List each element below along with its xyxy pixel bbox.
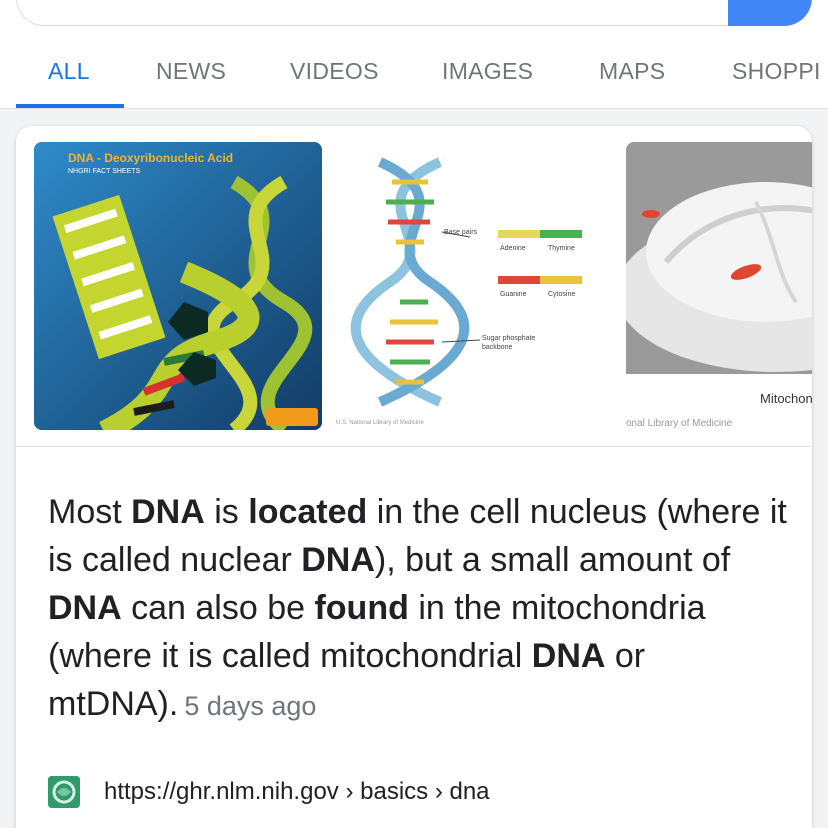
fact-sheet-title: DNA - Deoxyribonucleic Acid	[68, 151, 233, 165]
result-source[interactable]: https://ghr.nlm.nih.gov › basics › dna	[48, 774, 788, 810]
image-carousel[interactable]: DNA - Deoxyribonucleic Acid NHGRI FACT S…	[16, 126, 812, 447]
snippet-highlight: found	[314, 589, 409, 627]
mitochondria-label: Mitochonc	[760, 391, 812, 406]
backbone-label-2: backbone	[482, 344, 512, 351]
snippet-part: Most	[48, 493, 132, 531]
snippet-highlight: located	[248, 493, 368, 531]
thymine-label: Thymine	[548, 245, 575, 252]
header: ALL NEWS VIDEOS IMAGES MAPS SHOPPI	[0, 0, 828, 109]
cytosine-label: Cytosine	[548, 291, 575, 298]
tab-shopping[interactable]: SHOPPI	[732, 58, 821, 85]
active-tab-indicator	[16, 104, 124, 108]
snippet-date: 5 days ago	[184, 691, 317, 721]
snippet-highlight: DNA	[131, 493, 205, 531]
snippet-highlight: DNA	[531, 637, 606, 675]
adenine-label: Adenine	[500, 245, 526, 252]
tab-maps[interactable]: MAPS	[599, 58, 665, 85]
image-mitochondria[interactable]: Mitochonc onal Library of Medicine	[626, 142, 812, 430]
backbone-label-1: Sugar phosphate	[482, 335, 535, 342]
base-pairs-label: Base pairs	[444, 229, 478, 236]
snippet-text: Most DNA is located in the cell nucleus …	[48, 488, 788, 730]
snippet-part: ), but a small amount of	[374, 541, 731, 579]
featured-snippet-card: DNA - Deoxyribonucleic Acid NHGRI FACT S…	[16, 126, 812, 828]
fact-sheet-subtitle: NHGRI FACT SHEETS	[68, 168, 141, 175]
snippet-part: is	[204, 493, 249, 531]
search-tabs: ALL NEWS VIDEOS IMAGES MAPS SHOPPI	[0, 40, 828, 108]
search-results-page: ALL NEWS VIDEOS IMAGES MAPS SHOPPI DNA -…	[0, 0, 828, 828]
search-button[interactable]	[728, 0, 812, 26]
tab-news[interactable]: NEWS	[156, 58, 226, 85]
guanine-label: Guanine	[500, 291, 527, 298]
image-dna-fact-sheet[interactable]: DNA - Deoxyribonucleic Acid NHGRI FACT S…	[34, 142, 322, 430]
site-favicon-icon	[48, 776, 80, 808]
tab-images[interactable]: IMAGES	[442, 58, 533, 85]
snippet-part: can also be	[121, 589, 315, 627]
tab-all[interactable]: ALL	[48, 58, 90, 85]
mitochondria-credit: onal Library of Medicine	[626, 418, 733, 429]
nlm-credit: U.S. National Library of Medicine	[336, 420, 424, 426]
tab-videos[interactable]: VIDEOS	[290, 58, 379, 85]
source-url-link[interactable]: https://ghr.nlm.nih.gov › basics › dna	[104, 778, 490, 806]
snippet-highlight: DNA	[48, 589, 122, 627]
image-dna-diagram[interactable]: Base pairs Adenine Thymine Guanine Cytos…	[330, 142, 618, 430]
search-input[interactable]	[16, 0, 806, 26]
snippet-highlight: DNA	[301, 541, 375, 579]
